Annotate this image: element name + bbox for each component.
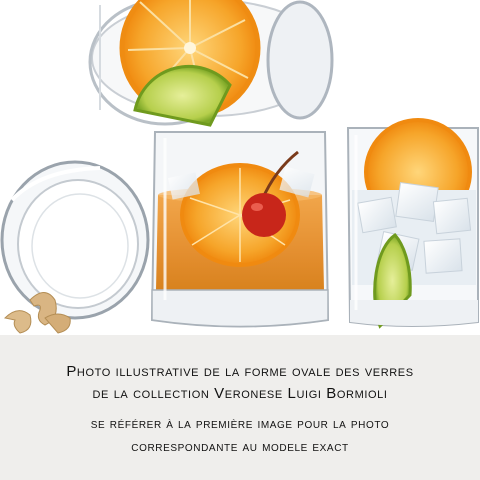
caption-line-1: Photo illustrative de la forme ovale des…	[66, 363, 414, 380]
product-photo	[0, 0, 480, 335]
center-glass	[150, 131, 330, 328]
caption-line-3: se référer à la première image pour la p…	[90, 415, 390, 431]
right-glass	[346, 120, 479, 329]
left-glass	[0, 160, 150, 320]
caption-line-2: de la collection Veronese Luigi Bormioli	[92, 385, 388, 402]
caption-line-4: correspondante au modele exact	[131, 438, 349, 454]
product-page: Photo illustrative de la forme ovale des…	[0, 0, 480, 480]
caption-panel: Photo illustrative de la forme ovale des…	[0, 335, 480, 480]
